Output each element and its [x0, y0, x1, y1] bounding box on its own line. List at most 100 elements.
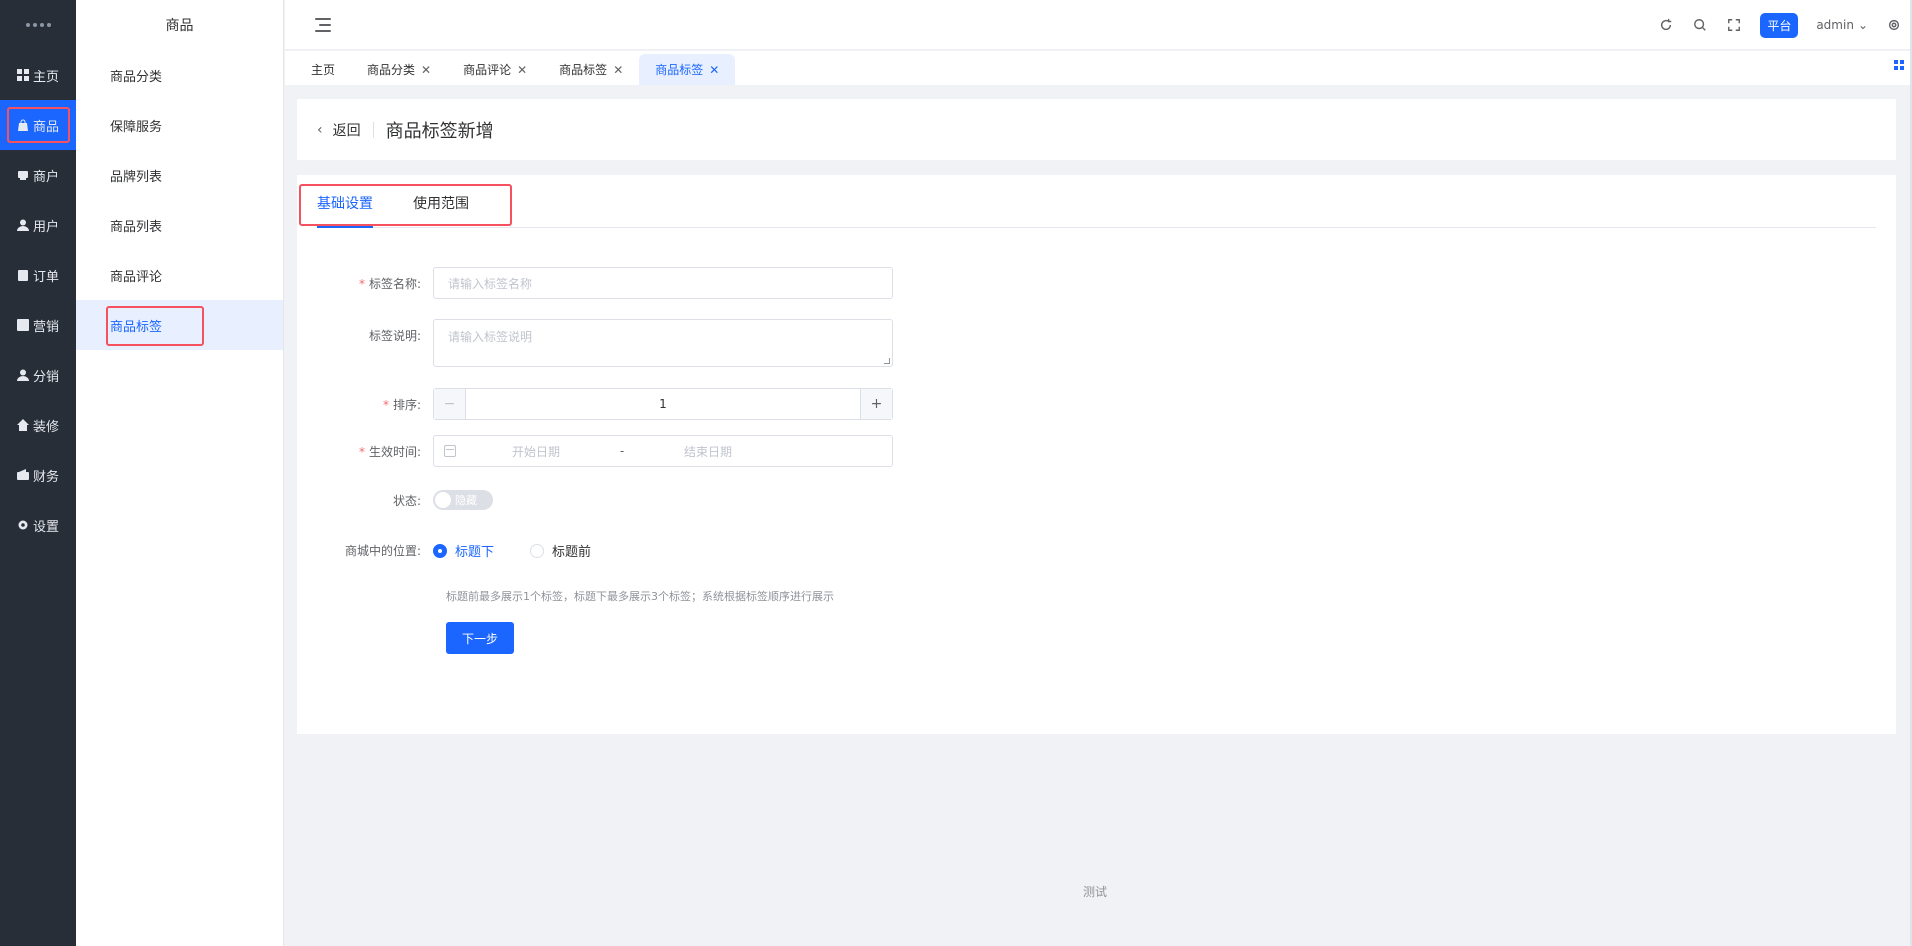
top-header: 平台 admin ⌄ [285, 0, 1912, 50]
start-date[interactable]: 开始日期 [456, 443, 616, 460]
date-range-picker[interactable]: 开始日期 - 结束日期 [433, 435, 893, 467]
tag-name-input[interactable]: 请输入标签名称 [433, 267, 893, 299]
next-step-button[interactable]: 下一步 [446, 622, 514, 654]
sidebar-title: 商品 [165, 18, 194, 34]
toggle-knob [435, 492, 451, 508]
wallet-icon [16, 469, 29, 481]
sidebar-item-label: 商品分类 [110, 69, 163, 85]
rail-item-finance[interactable]: 财务 [0, 450, 76, 500]
close-icon[interactable]: ✕ [613, 63, 623, 77]
highlight-box [7, 107, 70, 143]
sidebar-item-guarantee[interactable]: 保障服务 [76, 100, 283, 150]
tag-desc-textarea[interactable]: 请输入标签说明 [433, 319, 893, 367]
rail-item-marketing[interactable]: 营销 [0, 300, 76, 350]
tab-label: 商品评论 [463, 63, 512, 77]
radio-dot [530, 543, 545, 558]
increment-button[interactable]: + [860, 389, 892, 419]
range-separator: - [619, 444, 625, 458]
clipboard-icon [17, 269, 29, 281]
fullscreen-icon[interactable] [1726, 17, 1742, 33]
user-menu[interactable]: admin ⌄ [1816, 18, 1868, 32]
rail-item-goods[interactable]: 商品 [0, 100, 76, 150]
close-icon[interactable]: ✕ [709, 63, 719, 77]
radio-label: 标题下 [455, 545, 495, 560]
required-mark: * [358, 276, 365, 291]
sort-stepper: − 1 + [433, 388, 893, 420]
field-label: 生效时间: [368, 444, 421, 459]
rail-item-label: 主页 [32, 69, 59, 85]
sidebar-item-products[interactable]: 商品列表 [76, 200, 283, 250]
rail-item-label: 用户 [32, 219, 59, 235]
gear-icon [17, 519, 29, 531]
rail-item-label: 分销 [32, 369, 59, 385]
field-tag-name: * 标签名称: 请输入标签名称 [297, 267, 893, 299]
required-mark: * [358, 444, 365, 459]
active-tab-underline [317, 226, 373, 228]
field-label: 标签名称: [368, 276, 421, 291]
radio-before-title[interactable]: 标题前 [530, 541, 591, 560]
tab-home[interactable]: 主页 [295, 54, 351, 85]
rail-item-distribution[interactable]: 分销 [0, 350, 76, 400]
gear-icon[interactable] [1886, 17, 1902, 33]
highlight-box [106, 306, 204, 346]
field-tag-desc: 标签说明: 请输入标签说明 [297, 319, 893, 367]
rail-item-label: 营销 [32, 319, 59, 335]
rail-item-label: 装修 [32, 419, 59, 435]
rail-item-label: 设置 [32, 519, 59, 535]
radio-below-title[interactable]: 标题下 [433, 541, 494, 560]
sub-sidebar: 商品 商品分类 保障服务 品牌列表 商品列表 商品评论 商品标签 [76, 0, 284, 946]
tabs-menu-icon[interactable] [1894, 60, 1904, 70]
close-icon[interactable]: ✕ [421, 63, 431, 77]
sort-value[interactable]: 1 [466, 389, 860, 419]
refresh-icon[interactable] [1658, 17, 1674, 33]
tab-tags[interactable]: 商品标签 ✕ [543, 54, 639, 85]
tab-tags-active[interactable]: 商品标签 ✕ [639, 54, 736, 85]
toggle-text: 隐藏 [455, 494, 477, 507]
field-status: 状态: 隐藏 [297, 490, 493, 510]
rail-item-decoration[interactable]: 装修 [0, 400, 76, 450]
logo [0, 0, 76, 50]
back-label: 返回 [332, 122, 361, 139]
tab-label: 商品标签 [559, 63, 608, 77]
position-hint: 标题前最多展示1个标签，标题下最多展示3个标签；系统根据标签顺序进行展示 [446, 590, 834, 603]
chevron-down-icon: ⌄ [1857, 18, 1868, 32]
sidebar-item-reviews[interactable]: 商品评论 [76, 250, 283, 300]
tab-reviews[interactable]: 商品评论 ✕ [447, 54, 543, 85]
resize-handle-icon[interactable] [884, 358, 890, 364]
chevron-left-icon: ‹ [317, 121, 323, 138]
calendar-icon [444, 445, 456, 457]
menu-toggle-icon[interactable] [315, 17, 331, 32]
field-label: 排序: [392, 397, 421, 412]
rail-item-label: 订单 [32, 269, 59, 285]
tab-label: 主页 [311, 63, 336, 77]
platform-badge[interactable]: 平台 [1760, 12, 1799, 38]
form-card: 基础设置 使用范围 * 标签名称: 请输入标签名称 标签说明: 请输入标签说明 *… [297, 175, 1896, 734]
page-title: 商品标签新增 [385, 120, 494, 142]
user-icon [16, 219, 29, 231]
rail-item-label: 财务 [32, 469, 59, 485]
footer-text: 测试 [1083, 885, 1108, 899]
tabs-bar: 主页 商品分类 ✕ 商品评论 ✕ 商品标签 ✕ 商品标签 ✕ [285, 51, 1912, 85]
sidebar-item-tags[interactable]: 商品标签 [76, 300, 283, 350]
close-icon[interactable]: ✕ [517, 63, 527, 77]
sidebar-item-brands[interactable]: 品牌列表 [76, 150, 283, 200]
main-nav-rail: 主页 商品 商户 用户 订单 营销 分销 装修 财务 设置 [0, 0, 76, 946]
rail-item-user[interactable]: 用户 [0, 200, 76, 250]
tab-category[interactable]: 商品分类 ✕ [351, 54, 447, 85]
rail-item-settings[interactable]: 设置 [0, 500, 76, 550]
field-effective-time: * 生效时间: 开始日期 - 结束日期 [297, 435, 893, 467]
rail-item-order[interactable]: 订单 [0, 250, 76, 300]
end-date[interactable]: 结束日期 [628, 443, 788, 460]
rail-item-home[interactable]: 主页 [0, 50, 76, 100]
search-icon[interactable] [1692, 17, 1708, 33]
sidebar-item-label: 商品评论 [110, 269, 163, 285]
sidebar-item-category[interactable]: 商品分类 [76, 50, 283, 100]
status-toggle[interactable]: 隐藏 [433, 490, 493, 510]
page-header: ‹ 返回 商品标签新增 [297, 99, 1896, 160]
divider [372, 121, 374, 138]
store-icon [17, 169, 29, 181]
back-button[interactable]: ‹ 返回 [317, 120, 361, 140]
decrement-button[interactable]: − [434, 389, 466, 419]
rail-item-merchant[interactable]: 商户 [0, 150, 76, 200]
field-label: 标签说明: [368, 329, 421, 343]
